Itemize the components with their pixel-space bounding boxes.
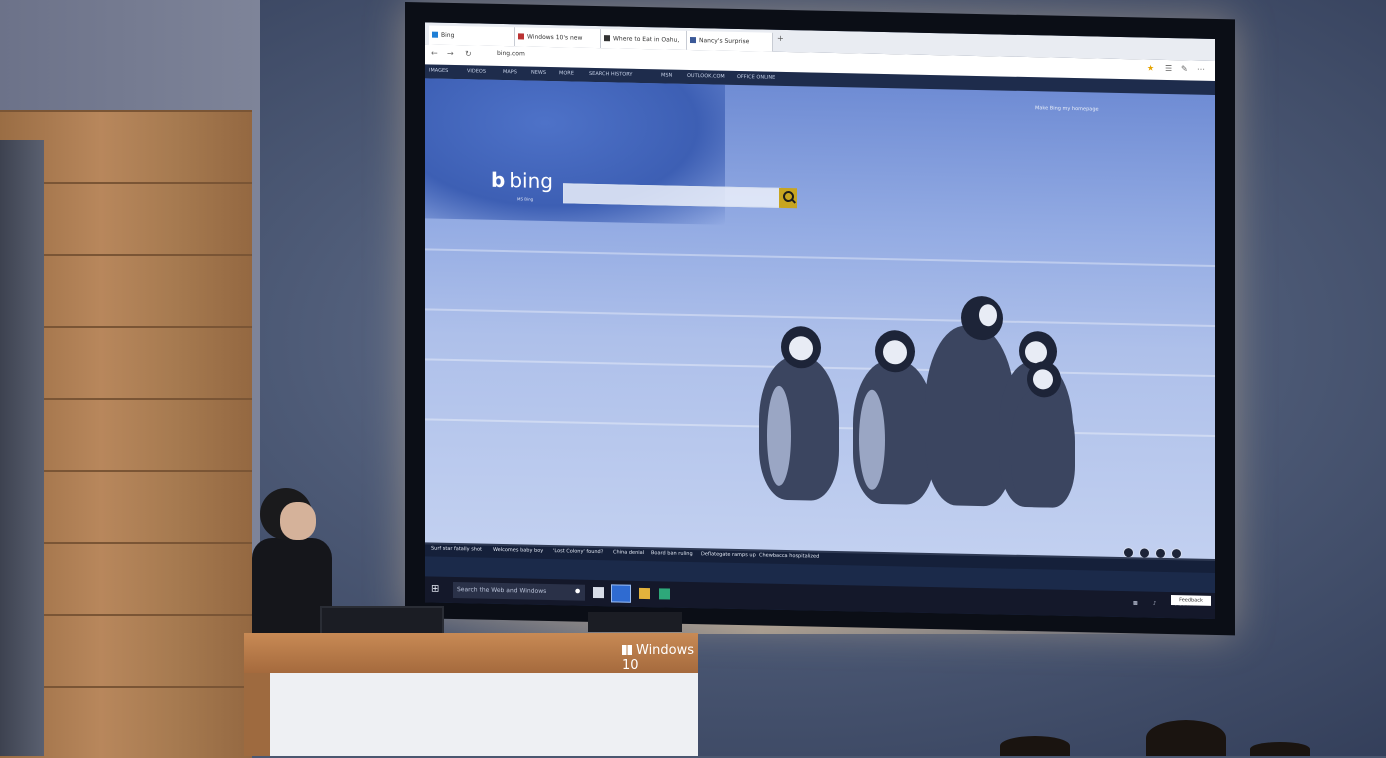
news-item[interactable]: Deflategate ramps up xyxy=(701,551,756,558)
new-tab-button[interactable]: + xyxy=(777,34,784,43)
penguin xyxy=(759,325,839,502)
volume-icon[interactable]: ♪ xyxy=(1153,601,1156,607)
nav-more[interactable]: MORE xyxy=(559,70,574,76)
forward-arrow-icon[interactable]: → xyxy=(447,49,454,58)
store-icon[interactable] xyxy=(659,588,670,600)
nav-msn[interactable]: MSN xyxy=(661,72,672,78)
news-item[interactable]: 'Lost Colony' found? xyxy=(553,548,603,555)
more-icon[interactable]: ⋯ xyxy=(1197,65,1205,74)
favorite-star-icon[interactable]: ★ xyxy=(1147,64,1154,73)
news-item[interactable]: China denial xyxy=(613,549,644,556)
tab-restaurants[interactable]: Where to Eat in Oahu, Hawa... xyxy=(601,29,687,62)
bing-search-button[interactable] xyxy=(779,187,797,209)
windows-10-logo: Windows 10 xyxy=(622,643,695,673)
projection-screen: Bing Windows 10's new browser a... Where… xyxy=(405,2,1235,636)
audience-head xyxy=(1250,742,1310,756)
taskbar-search-input[interactable]: Search the Web and Windows ● xyxy=(453,582,585,601)
nav-search-history[interactable]: SEARCH HISTORY xyxy=(589,71,632,78)
snow-line xyxy=(425,248,1215,267)
browser-window: Bing Windows 10's new browser a... Where… xyxy=(425,22,1215,619)
nav-outlook[interactable]: OUTLOOK.COM xyxy=(687,73,725,80)
tab-bing[interactable]: Bing xyxy=(429,25,515,47)
tab-birthday[interactable]: Nancy's Surprise Birthday Par... xyxy=(687,30,773,64)
nav-office-online[interactable]: OFFICE ONLINE xyxy=(737,74,775,81)
network-icon[interactable]: ▩ xyxy=(1133,600,1138,606)
bing-logo-icon: b xyxy=(491,167,506,193)
bing-homepage-image: Make Bing my homepage b bing MS Bing xyxy=(425,78,1215,561)
site-favicon-icon xyxy=(518,33,524,40)
podium-front xyxy=(270,673,698,756)
penguin xyxy=(853,329,935,506)
search-icon-handle xyxy=(791,198,796,204)
url-field[interactable]: bing.com xyxy=(497,50,525,58)
windows-logo-icon xyxy=(622,645,632,655)
windows-taskbar: ⊞ Search the Web and Windows ● ▩ ♪ 10:36… xyxy=(425,576,1215,619)
snow-line xyxy=(425,308,1215,327)
penguin xyxy=(1011,361,1075,509)
nav-images[interactable]: IMAGES xyxy=(429,68,448,74)
windows-start-icon[interactable]: ⊞ xyxy=(431,584,441,595)
reading-list-icon[interactable]: ☰ xyxy=(1165,64,1172,73)
task-view-icon[interactable] xyxy=(593,586,604,599)
audience-head xyxy=(1000,736,1070,756)
back-arrow-icon[interactable]: ← xyxy=(431,49,438,58)
news-item[interactable]: Board ban ruling xyxy=(651,550,693,557)
nav-maps[interactable]: MAPS xyxy=(503,69,517,75)
site-favicon-icon xyxy=(604,35,610,42)
nav-videos[interactable]: VIDEOS xyxy=(467,68,486,74)
audience-head xyxy=(1146,720,1226,756)
refresh-icon[interactable]: ↻ xyxy=(465,49,472,58)
bing-logo[interactable]: b bing xyxy=(491,168,553,193)
web-note-icon[interactable]: ✎ xyxy=(1181,64,1188,73)
news-item[interactable]: Chewbacca hospitalized xyxy=(759,552,819,559)
file-explorer-icon[interactable] xyxy=(639,587,650,600)
podium: Windows 10 xyxy=(244,633,698,756)
podium-side xyxy=(244,673,270,756)
stage-pillar xyxy=(0,140,44,756)
bing-logo-subtitle: MS Bing xyxy=(517,196,534,202)
feedback-button[interactable]: Feedback xyxy=(1171,595,1211,606)
make-homepage-link[interactable]: Make Bing my homepage xyxy=(1035,105,1099,112)
tab-article[interactable]: Windows 10's new browser a... xyxy=(515,27,601,60)
nav-news[interactable]: NEWS xyxy=(531,70,546,76)
facebook-favicon-icon xyxy=(690,36,696,44)
news-item[interactable]: Welcomes baby boy xyxy=(493,547,543,554)
bing-favicon-icon xyxy=(432,31,438,38)
edge-browser-icon[interactable] xyxy=(611,584,631,603)
microphone-icon[interactable]: ● xyxy=(575,588,580,595)
podium-monitor xyxy=(588,612,682,632)
presenter-face xyxy=(280,502,316,540)
news-item[interactable]: Surf star fatally shot xyxy=(431,546,482,553)
